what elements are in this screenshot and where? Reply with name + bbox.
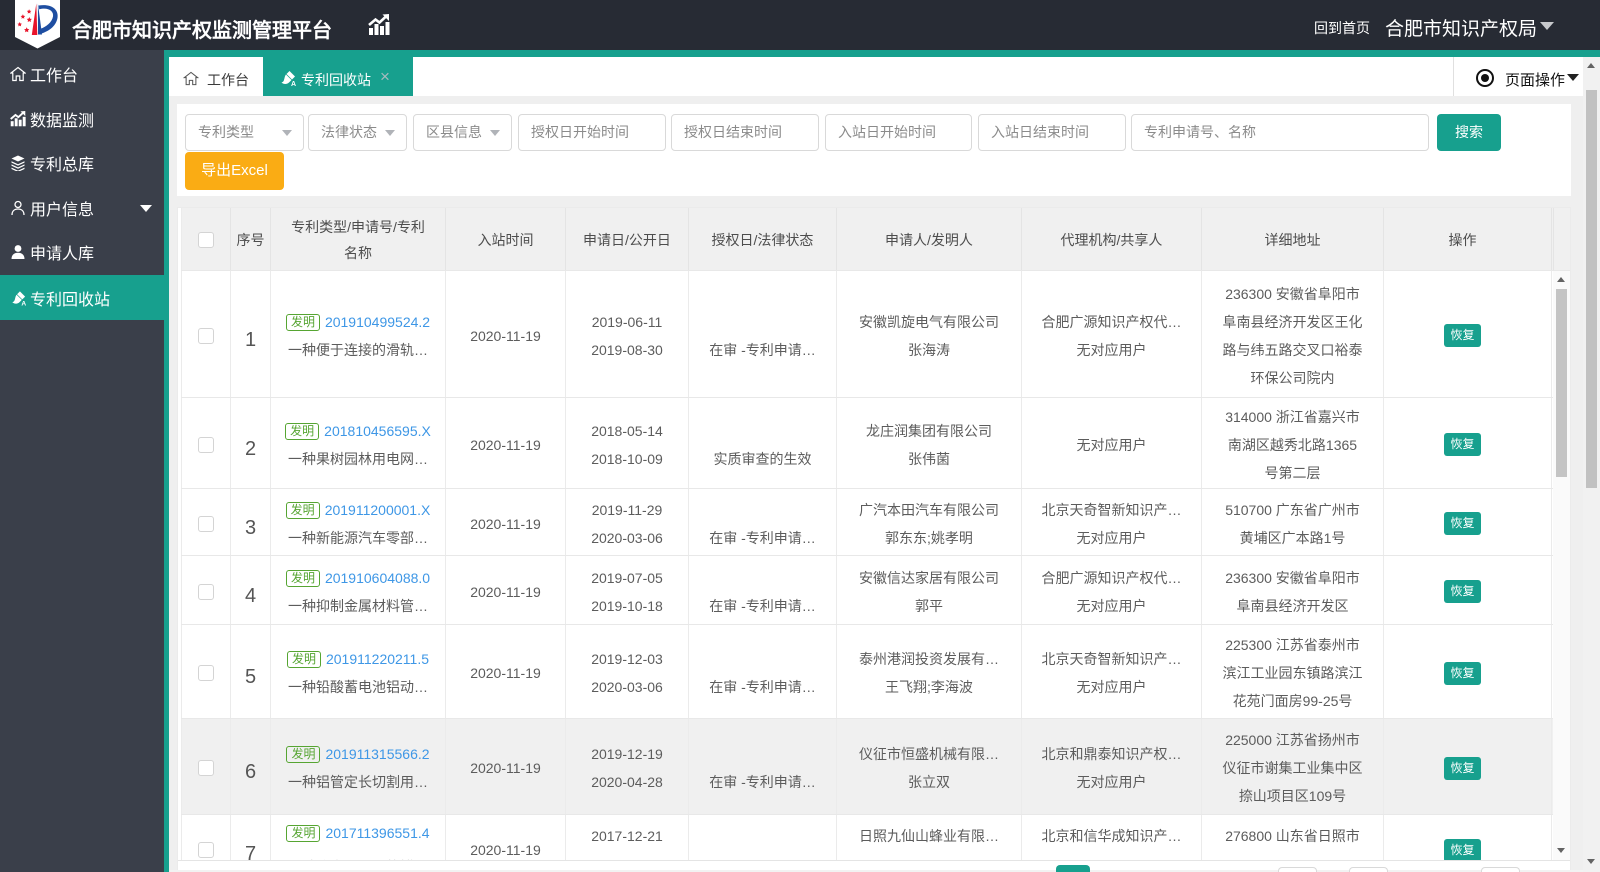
svg-text:A: A — [21, 300, 26, 306]
svg-text:A: A — [291, 81, 296, 87]
